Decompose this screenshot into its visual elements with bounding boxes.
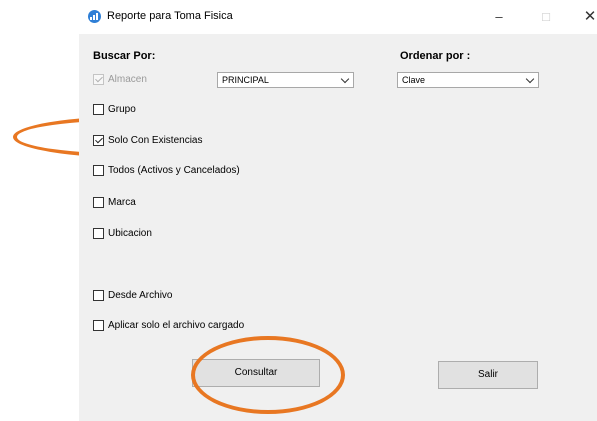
salir-button[interactable]: Salir xyxy=(438,361,538,389)
check-mark-icon xyxy=(95,74,103,83)
marca-label: Marca xyxy=(108,197,136,208)
report-dialog: Reporte para Toma Fisica – □ ✕ Buscar Po… xyxy=(79,0,597,421)
close-button[interactable]: ✕ xyxy=(570,0,597,34)
checkbox-box xyxy=(93,290,104,301)
order-select[interactable]: Clave xyxy=(397,72,539,88)
checkbox-box xyxy=(93,104,104,115)
desde-archivo-label: Desde Archivo xyxy=(108,290,173,301)
almacen-select-value: PRINCIPAL xyxy=(222,75,269,85)
screenshot-stage: Reporte para Toma Fisica – □ ✕ Buscar Po… xyxy=(0,0,597,421)
title-bar: Reporte para Toma Fisica – □ ✕ xyxy=(79,0,597,34)
checkbox-box xyxy=(93,74,104,85)
search-by-label: Buscar Por: xyxy=(93,50,156,62)
checkbox-box xyxy=(93,135,104,146)
minimize-button[interactable]: – xyxy=(479,0,519,34)
app-icon xyxy=(88,10,101,23)
maximize-button[interactable]: □ xyxy=(526,0,566,34)
order-by-label: Ordenar por : xyxy=(400,50,471,62)
check-mark-icon xyxy=(95,135,103,144)
consultar-button[interactable]: Consultar xyxy=(192,359,320,387)
chevron-down-icon xyxy=(525,74,535,84)
todos-label: Todos (Activos y Cancelados) xyxy=(108,165,240,176)
almacen-label: Almacen xyxy=(108,74,147,85)
aplicar-archivo-label: Aplicar solo el archivo cargado xyxy=(108,320,245,331)
ubicacion-label: Ubicacion xyxy=(108,228,152,239)
window-title: Reporte para Toma Fisica xyxy=(107,10,233,22)
checkbox-box xyxy=(93,228,104,239)
order-select-value: Clave xyxy=(402,75,426,85)
grupo-label: Grupo xyxy=(108,104,136,115)
solo-existencias-label: Solo Con Existencias xyxy=(108,135,203,146)
checkbox-box xyxy=(93,197,104,208)
checkbox-box xyxy=(93,165,104,176)
almacen-select[interactable]: PRINCIPAL xyxy=(217,72,354,88)
checkbox-box xyxy=(93,320,104,331)
chevron-down-icon xyxy=(340,74,350,84)
